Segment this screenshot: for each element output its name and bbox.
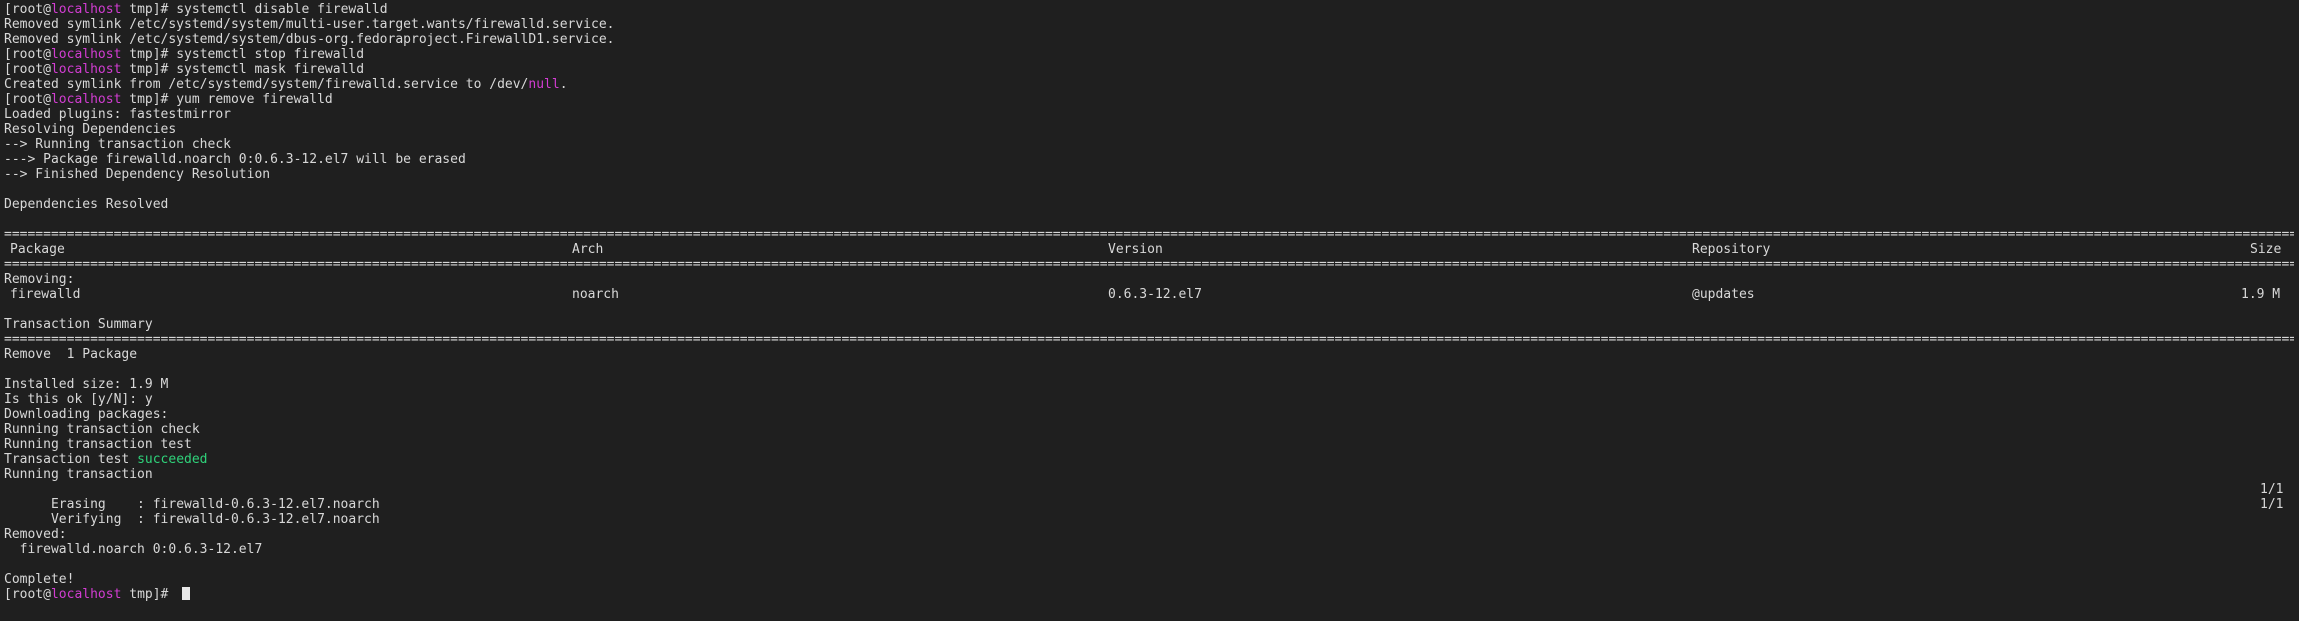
output-text: . [559,77,568,92]
active-prompt-line[interactable]: [root@localhost tmp]# [4,587,2299,602]
summary-remove: Remove 1 Package [4,347,138,362]
null-keyword: null [528,77,560,92]
prompt-user: [root@ [4,62,51,77]
prompt-host: localhost [50,587,122,602]
prompt-host: localhost [50,47,122,62]
output-line: Removed symlink /etc/systemd/system/dbus… [4,32,615,47]
output-line: Running transaction test [4,437,192,452]
prompt-line: [root@localhost tmp]# yum remove firewal… [4,92,2299,107]
header-size: Size [2250,242,2282,257]
test-result-status: succeeded [137,452,208,467]
cell-package: firewalld [10,287,81,302]
table-header: Package Arch Version Repository Size [4,242,2299,257]
prompt-user: [root@ [4,47,51,62]
header-version: Version [1108,242,1163,257]
prompt-host: localhost [50,62,122,77]
prompt-user: [root@ [4,2,51,17]
prompt-user: [root@ [4,92,51,107]
prompt-host: localhost [50,2,122,17]
cell-size: 1.9 M [2241,287,2281,302]
prompt-tail: tmp]# [121,587,177,602]
separator-line: ========================================… [4,227,2294,242]
command-text: yum remove firewalld [176,92,333,107]
erasing-count: 1/1 [2260,482,2284,497]
command-text: systemctl disable firewalld [176,2,388,17]
command-text: systemctl stop firewalld [176,47,365,62]
cell-repository: @updates [1692,287,1755,302]
output-line: Created symlink from /etc/systemd/system… [4,77,2299,92]
output-line: Removed symlink /etc/systemd/system/mult… [4,17,615,32]
separator-line: ========================================… [4,332,2294,347]
prompt-line: [root@localhost tmp]# systemctl mask fir… [4,62,2299,77]
verifying-count: 1/1 [2260,497,2284,512]
prompt-tail: tmp]# [121,47,177,62]
header-repository: Repository [1692,242,1771,257]
removed-package: firewalld.noarch 0:0.6.3-12.el7 [4,542,263,557]
output-line: Running transaction [4,467,153,482]
prompt-tail: tmp]# [121,92,177,107]
test-result-label: Transaction test [4,452,138,467]
separator-line: ========================================… [4,257,2294,272]
prompt-tail: tmp]# [121,62,177,77]
output-line: Downloading packages: [4,407,169,422]
prompt-host: localhost [50,92,122,107]
prompt-line: [root@localhost tmp]# systemctl disable … [4,2,2299,17]
header-package: Package [10,242,65,257]
progress-line: Erasing : firewalld-0.6.3-12.el7.noarch … [4,482,2299,512]
output-line: --> Running transaction check [4,137,231,152]
prompt-user: [root@ [4,587,51,602]
complete-message: Complete! [4,572,75,587]
terminal-window[interactable]: [root@localhost tmp]# systemctl disable … [0,0,2299,621]
text-cursor[interactable] [182,587,191,600]
cell-arch: noarch [572,287,619,302]
output-line: Loaded plugins: fastestmirror [4,107,231,122]
removed-label: Removed: [4,527,67,542]
output-line: Resolving Dependencies [4,122,177,137]
installed-size: Installed size: 1.9 M [4,377,169,392]
table-row: firewalld noarch 0.6.3-12.el7 @updates 1… [4,287,2299,302]
table-section-label: Removing: [4,272,75,287]
cell-version: 0.6.3-12.el7 [1108,287,1202,302]
progress-line: Verifying : firewalld-0.6.3-12.el7.noarc… [4,497,2299,527]
output-line: Dependencies Resolved [4,197,169,212]
prompt-tail: tmp]# [121,2,177,17]
summary-title: Transaction Summary [4,317,153,332]
output-text: Created symlink from /etc/systemd/system… [4,77,529,92]
output-line: --> Finished Dependency Resolution [4,167,271,182]
confirm-prompt: Is this ok [y/N]: y [4,392,153,407]
header-arch: Arch [572,242,604,257]
command-text: systemctl mask firewalld [176,62,365,77]
test-result-line: Transaction test succeeded [4,452,2299,467]
output-line: ---> Package firewalld.noarch 0:0.6.3-12… [4,152,466,167]
output-line: Running transaction check [4,422,200,437]
prompt-line: [root@localhost tmp]# systemctl stop fir… [4,47,2299,62]
